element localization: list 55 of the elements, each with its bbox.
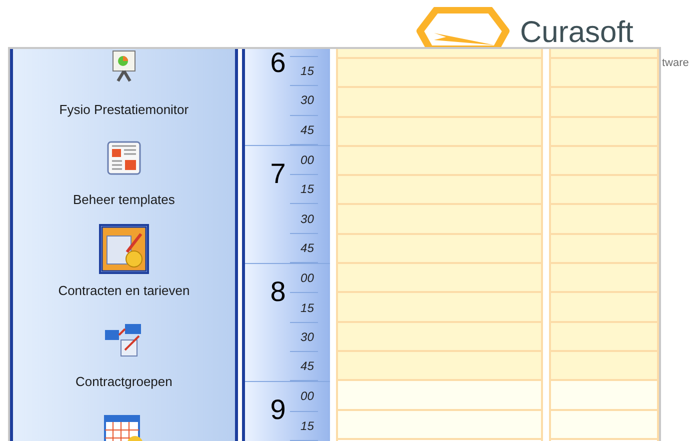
hour-label: 8 [270,278,286,306]
time-slot[interactable] [551,322,657,352]
sidebar-item-label[interactable]: Beheer templates [73,192,175,207]
sidebar-item-label[interactable]: Contracten en tarieven [58,283,190,298]
time-slot[interactable] [338,352,541,382]
contracts-icon[interactable] [100,226,147,272]
time-slot[interactable] [551,205,657,235]
time-slot[interactable] [338,88,541,118]
time-slot[interactable] [338,205,541,235]
rates-icon[interactable] [102,414,145,441]
sidebar-item-label[interactable]: Fysio Prestatiemonitor [59,102,189,117]
hexagon-logo-icon [416,7,510,49]
time-slot[interactable] [551,88,657,118]
minute-label: 45 [300,358,314,376]
time-slot[interactable] [338,146,541,176]
time-slot[interactable] [551,146,657,176]
minute-label: 30 [300,92,314,110]
time-slot[interactable] [338,322,541,352]
time-slot[interactable] [551,49,657,59]
time-slot[interactable] [338,118,541,147]
time-slot[interactable] [551,59,657,88]
time-slot[interactable] [338,59,541,88]
time-slot[interactable] [551,176,657,206]
minute-label: 15 [300,300,314,317]
time-slot[interactable] [338,176,541,206]
time-slot[interactable] [551,264,657,294]
time-slot[interactable] [338,293,541,323]
hour-label: 9 [270,396,286,424]
sidebar-item-label[interactable]: Contractgroepen [76,374,172,389]
minute-label: 30 [300,328,314,346]
minute-label: 00 [300,388,314,406]
minute-label: 45 [300,122,314,139]
minute-label: 15 [300,63,314,80]
time-slot[interactable] [551,118,657,147]
minute-label: 45 [300,240,314,257]
hour-label: 6 [270,49,286,77]
templates-icon[interactable] [106,140,142,176]
time-slot[interactable] [338,234,541,264]
time-slot[interactable] [551,352,657,382]
minute-label: 00 [300,152,314,170]
time-slot[interactable] [338,410,541,440]
hour-label: 7 [270,160,286,188]
time-slot[interactable] [551,293,657,323]
minute-label: 00 [300,270,314,288]
minute-label: 15 [300,181,314,198]
minute-label: 15 [300,418,314,435]
minute-label: 30 [300,210,314,228]
tagline-text: tware [662,56,689,71]
time-slot[interactable] [338,264,541,294]
time-slot[interactable] [551,410,657,440]
logo-text: Curasoft [520,16,634,50]
time-slot[interactable] [338,381,541,411]
time-slot[interactable] [551,234,657,264]
time-slot[interactable] [338,49,541,59]
time-slot[interactable] [551,381,657,411]
